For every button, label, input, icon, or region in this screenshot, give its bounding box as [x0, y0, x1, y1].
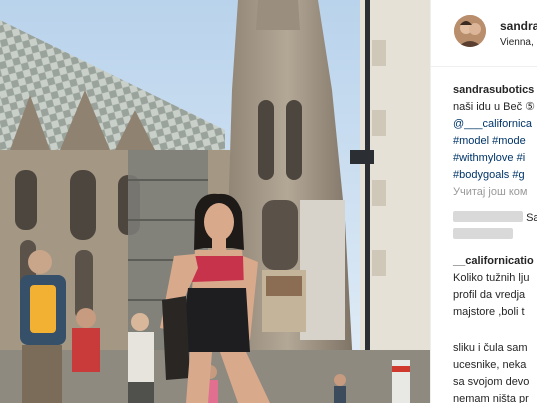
post-location[interactable]: Vienna, [500, 37, 534, 48]
post-panel: sandra Vienna, sandrasubotics naši idu u… [430, 0, 537, 403]
blurred-username [453, 211, 523, 222]
post-username[interactable]: sandra [500, 19, 537, 33]
avatar[interactable] [454, 15, 486, 47]
comment-line: sa svojom devo [453, 376, 530, 388]
caption-hashtags[interactable]: #withmylove #i [453, 150, 535, 167]
caption-mention[interactable]: @___californica [453, 116, 535, 133]
cathedral-photo [0, 0, 430, 403]
avatar-image [454, 15, 486, 47]
comment-line: Koliko tužnih lju [453, 272, 530, 284]
comment-3: sliku i čula sam ucesnike, neka sa svojo… [453, 340, 529, 403]
post-photo [0, 0, 430, 403]
comment-line: profil da vredja [453, 289, 526, 301]
post-caption: sandrasubotics naši idu u Beč ⑤ @___cali… [453, 82, 535, 184]
comment-author[interactable]: __californicatio [453, 255, 534, 267]
blurred-text [453, 228, 513, 239]
comment-text: Savr [526, 212, 537, 224]
post-header: sandra Vienna, [431, 0, 537, 67]
comment-line: nemam ništa pr [453, 393, 529, 403]
comment-2: __californicatio Koliko tužnih lju profi… [453, 253, 534, 321]
caption-hashtags[interactable]: #model #mode [453, 133, 535, 150]
caption-author[interactable]: sandrasubotics [453, 84, 534, 96]
comment-line: majstore ,boli t [453, 306, 525, 318]
comment-line: sliku i čula sam [453, 342, 528, 354]
caption-line: naši idu u Beč ⑤ [453, 101, 536, 113]
load-more-comments[interactable]: Учитај још ком [453, 186, 527, 198]
caption-hashtags[interactable]: #bodygoals #g [453, 167, 535, 184]
comment-1: Savr [453, 210, 537, 244]
comment-line: ucesnike, neka [453, 359, 527, 371]
